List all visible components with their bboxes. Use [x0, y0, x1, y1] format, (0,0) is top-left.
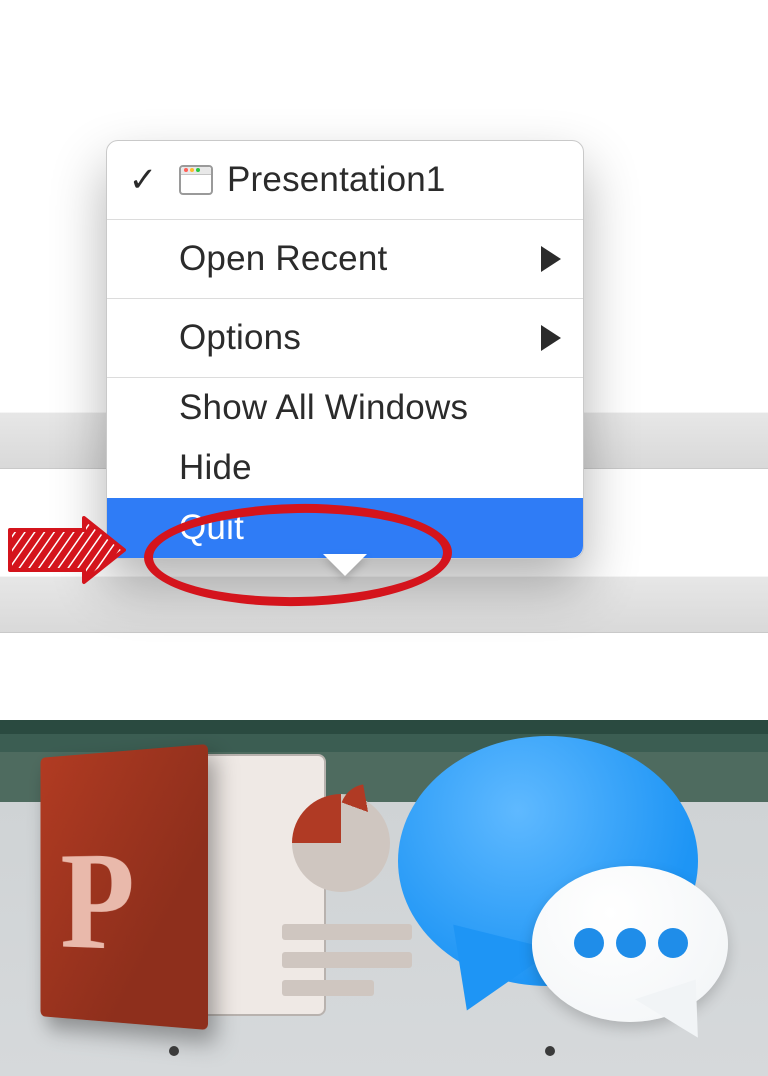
menu-item-show-all-windows[interactable]: Show All Windows: [107, 378, 583, 438]
menu-item-label: Hide: [179, 448, 252, 488]
menu-pointer-arrow-icon: [323, 554, 367, 576]
submenu-arrow-icon: [541, 325, 561, 351]
menu-item-label: Quit: [179, 508, 244, 548]
dock-app-messages[interactable]: [390, 748, 710, 1048]
menu-item-hide[interactable]: Hide: [107, 438, 583, 498]
dock-context-menu: ✓ Presentation1 Open Recent Options Show…: [106, 140, 584, 559]
menu-item-open-recent[interactable]: Open Recent: [107, 220, 583, 298]
menu-item-window-presentation1[interactable]: ✓ Presentation1: [107, 141, 583, 219]
window-chrome-bar: [0, 576, 768, 632]
window-icon: [179, 165, 213, 195]
menu-item-options[interactable]: Options: [107, 299, 583, 377]
messages-bubble-small-icon: [532, 866, 728, 1022]
menu-item-label: Presentation1: [227, 160, 446, 200]
dock-app-powerpoint[interactable]: P: [14, 748, 334, 1048]
menu-item-label: Options: [179, 318, 301, 358]
powerpoint-book-icon: P: [40, 744, 208, 1030]
menu-item-quit[interactable]: Quit: [107, 498, 583, 558]
submenu-arrow-icon: [541, 246, 561, 272]
menu-item-label: Open Recent: [179, 239, 387, 279]
powerpoint-letter: P: [60, 819, 134, 984]
running-indicator: [545, 1046, 555, 1056]
menu-item-label: Show All Windows: [179, 388, 468, 428]
dock: P: [0, 720, 768, 1076]
running-indicator: [169, 1046, 179, 1056]
checkmark-icon: ✓: [129, 160, 158, 200]
